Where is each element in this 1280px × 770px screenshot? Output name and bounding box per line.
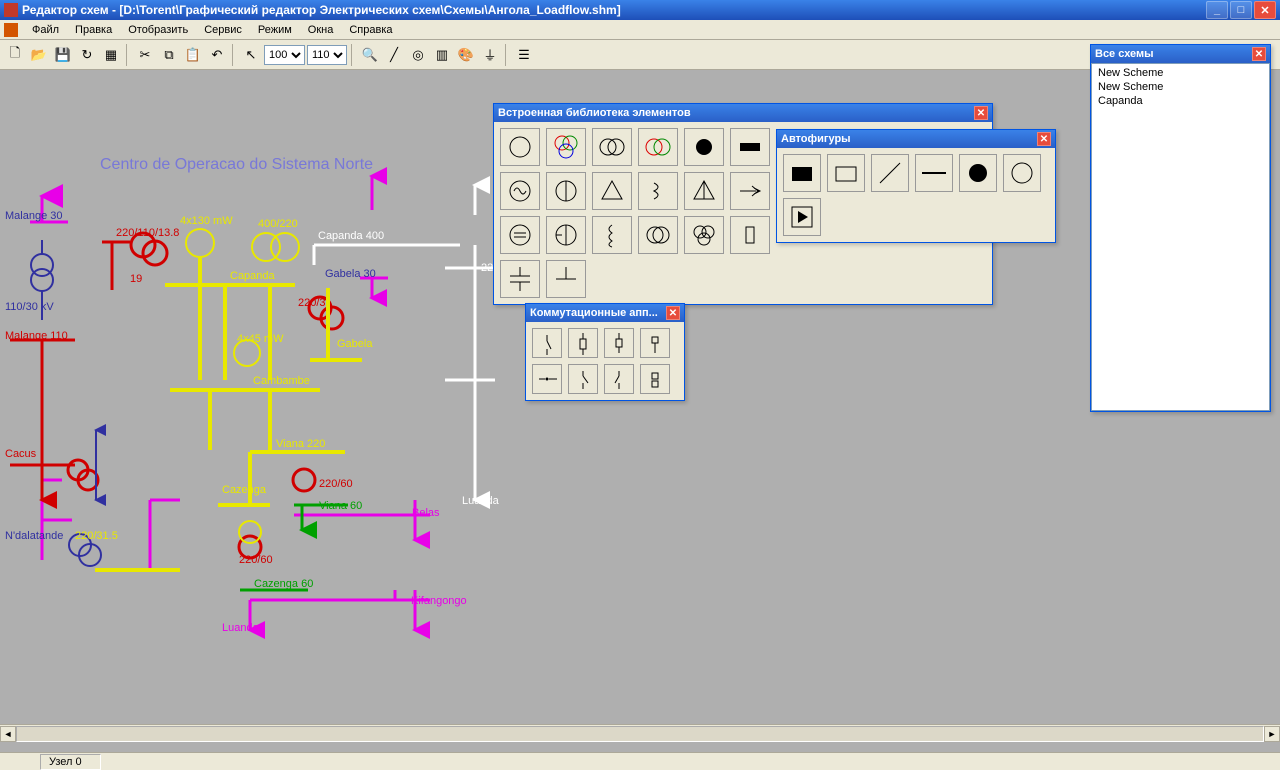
switch-1[interactable] [532, 328, 562, 358]
list-item[interactable]: New Scheme [1094, 80, 1267, 94]
sym-eq[interactable] [500, 216, 540, 254]
toolbar-ground[interactable]: ⏚ [479, 44, 501, 66]
toolbar-color[interactable]: 🎨 [455, 44, 477, 66]
scroll-right-button[interactable]: ► [1264, 726, 1280, 742]
sym-3ring[interactable] [684, 216, 724, 254]
sym-ind[interactable] [592, 216, 632, 254]
sym-gen[interactable] [500, 172, 540, 210]
sym-cap[interactable] [500, 260, 540, 298]
switch-2[interactable] [568, 328, 598, 358]
menu-display[interactable]: Отобразить [120, 22, 196, 38]
sym-delta[interactable] [592, 172, 632, 210]
app-icon [4, 3, 18, 17]
diagram-title: Centro de Operacao do Sistema Norte [100, 156, 373, 174]
shape-filled-rect[interactable] [783, 154, 821, 192]
shape-rect[interactable] [827, 154, 865, 192]
switch-7[interactable] [604, 364, 634, 394]
sym-coil[interactable] [638, 172, 678, 210]
autoshapes-title: Автофигуры [781, 133, 1037, 145]
sym-3wind-trans[interactable] [546, 128, 586, 166]
scroll-track[interactable] [16, 726, 1264, 742]
shape-line-h[interactable] [915, 154, 953, 192]
switch-6[interactable] [568, 364, 598, 394]
sym-cap-rect[interactable] [730, 216, 770, 254]
status-text: Узел 0 [40, 754, 101, 770]
toolbar-properties[interactable]: ▦ [100, 44, 122, 66]
menu-edit[interactable]: Правка [67, 22, 120, 38]
toolbar-save[interactable]: 💾 [52, 44, 74, 66]
minimize-button[interactable]: _ [1206, 1, 1228, 19]
toolbar-zoomwin[interactable]: 🔍 [359, 44, 381, 66]
shape-filled-circle[interactable] [959, 154, 997, 192]
toolbar: 🗋 📂 💾 ↻ ▦ ✂ ⧉ 📋 ↶ ↖ 100 110 🔍 ╱ ◎ ▥ 🎨 ⏚ … [0, 40, 1280, 70]
sym-2circle[interactable] [592, 128, 632, 166]
schemes-list[interactable]: New Scheme New Scheme Capanda [1091, 63, 1270, 411]
menu-mode[interactable]: Режим [250, 22, 300, 38]
all-schemes-title: Все схемы [1095, 48, 1252, 60]
maximize-button[interactable]: □ [1230, 1, 1252, 19]
toolbar-undo[interactable]: ↶ [206, 44, 228, 66]
switch-4[interactable] [640, 328, 670, 358]
list-item[interactable]: New Scheme [1094, 66, 1267, 80]
switch-3[interactable] [604, 328, 634, 358]
sym-2circle-color[interactable] [638, 128, 678, 166]
mdi-doc-icon [4, 23, 18, 37]
shape-circle[interactable] [1003, 154, 1041, 192]
menu-file[interactable]: Файл [24, 22, 67, 38]
shape-play[interactable] [783, 198, 821, 236]
sym-filled-circle[interactable] [684, 128, 724, 166]
autoshapes-palette[interactable]: Автофигуры✕ [776, 129, 1056, 243]
library-title: Встроенная библиотека элементов [498, 107, 974, 119]
switch-title: Коммутационные апп... [530, 307, 666, 319]
sym-split[interactable] [546, 216, 586, 254]
toolbar-new[interactable]: 🗋 [4, 44, 26, 66]
sym-motor[interactable] [546, 172, 586, 210]
all-schemes-panel[interactable]: Все схемы✕ New Scheme New Scheme Capanda [1090, 44, 1271, 412]
toolbar-refresh[interactable]: ↻ [76, 44, 98, 66]
toolbar-line[interactable]: ╱ [383, 44, 405, 66]
menubar: Файл Правка Отобразить Сервис Режим Окна… [0, 20, 1280, 40]
toolbar-copy[interactable]: ⧉ [158, 44, 180, 66]
close-button[interactable]: ✕ [1254, 1, 1276, 19]
switch-8[interactable] [640, 364, 670, 394]
menu-windows[interactable]: Окна [300, 22, 342, 38]
switch-close-button[interactable]: ✕ [666, 306, 680, 320]
menu-service[interactable]: Сервис [196, 22, 250, 38]
all-schemes-close-button[interactable]: ✕ [1252, 47, 1266, 61]
switch-palette[interactable]: Коммутационные апп...✕ [525, 303, 685, 401]
zoom-select-1[interactable]: 100 [264, 45, 305, 65]
statusbar: Узел 0 [0, 752, 1280, 770]
sym-delta2[interactable] [684, 172, 724, 210]
scroll-left-button[interactable]: ◄ [0, 726, 16, 742]
toolbar-pointer[interactable]: ↖ [240, 44, 262, 66]
sym-filled-rect[interactable] [730, 128, 770, 166]
autoshapes-close-button[interactable]: ✕ [1037, 132, 1051, 146]
toolbar-lib[interactable]: ▥ [431, 44, 453, 66]
library-close-button[interactable]: ✕ [974, 106, 988, 120]
menu-help[interactable]: Справка [341, 22, 400, 38]
toolbar-list[interactable]: ☰ [513, 44, 535, 66]
titlebar-text: Редактор схем - [D:\Torent\Графический р… [22, 3, 1204, 17]
sym-circle[interactable] [500, 128, 540, 166]
switch-5[interactable] [532, 364, 562, 394]
toolbar-paste[interactable]: 📋 [182, 44, 204, 66]
toolbar-cut[interactable]: ✂ [134, 44, 156, 66]
horizontal-scrollbar[interactable]: ◄ ► [0, 724, 1280, 742]
sym-ground[interactable] [546, 260, 586, 298]
sym-arrow[interactable] [730, 172, 770, 210]
list-item[interactable]: Capanda [1094, 94, 1267, 108]
titlebar: Редактор схем - [D:\Torent\Графический р… [0, 0, 1280, 20]
zoom-select-2[interactable]: 110 [307, 45, 347, 65]
toolbar-open[interactable]: 📂 [28, 44, 50, 66]
shape-line-diag[interactable] [871, 154, 909, 192]
toolbar-trans[interactable]: ◎ [407, 44, 429, 66]
sym-2ring[interactable] [638, 216, 678, 254]
